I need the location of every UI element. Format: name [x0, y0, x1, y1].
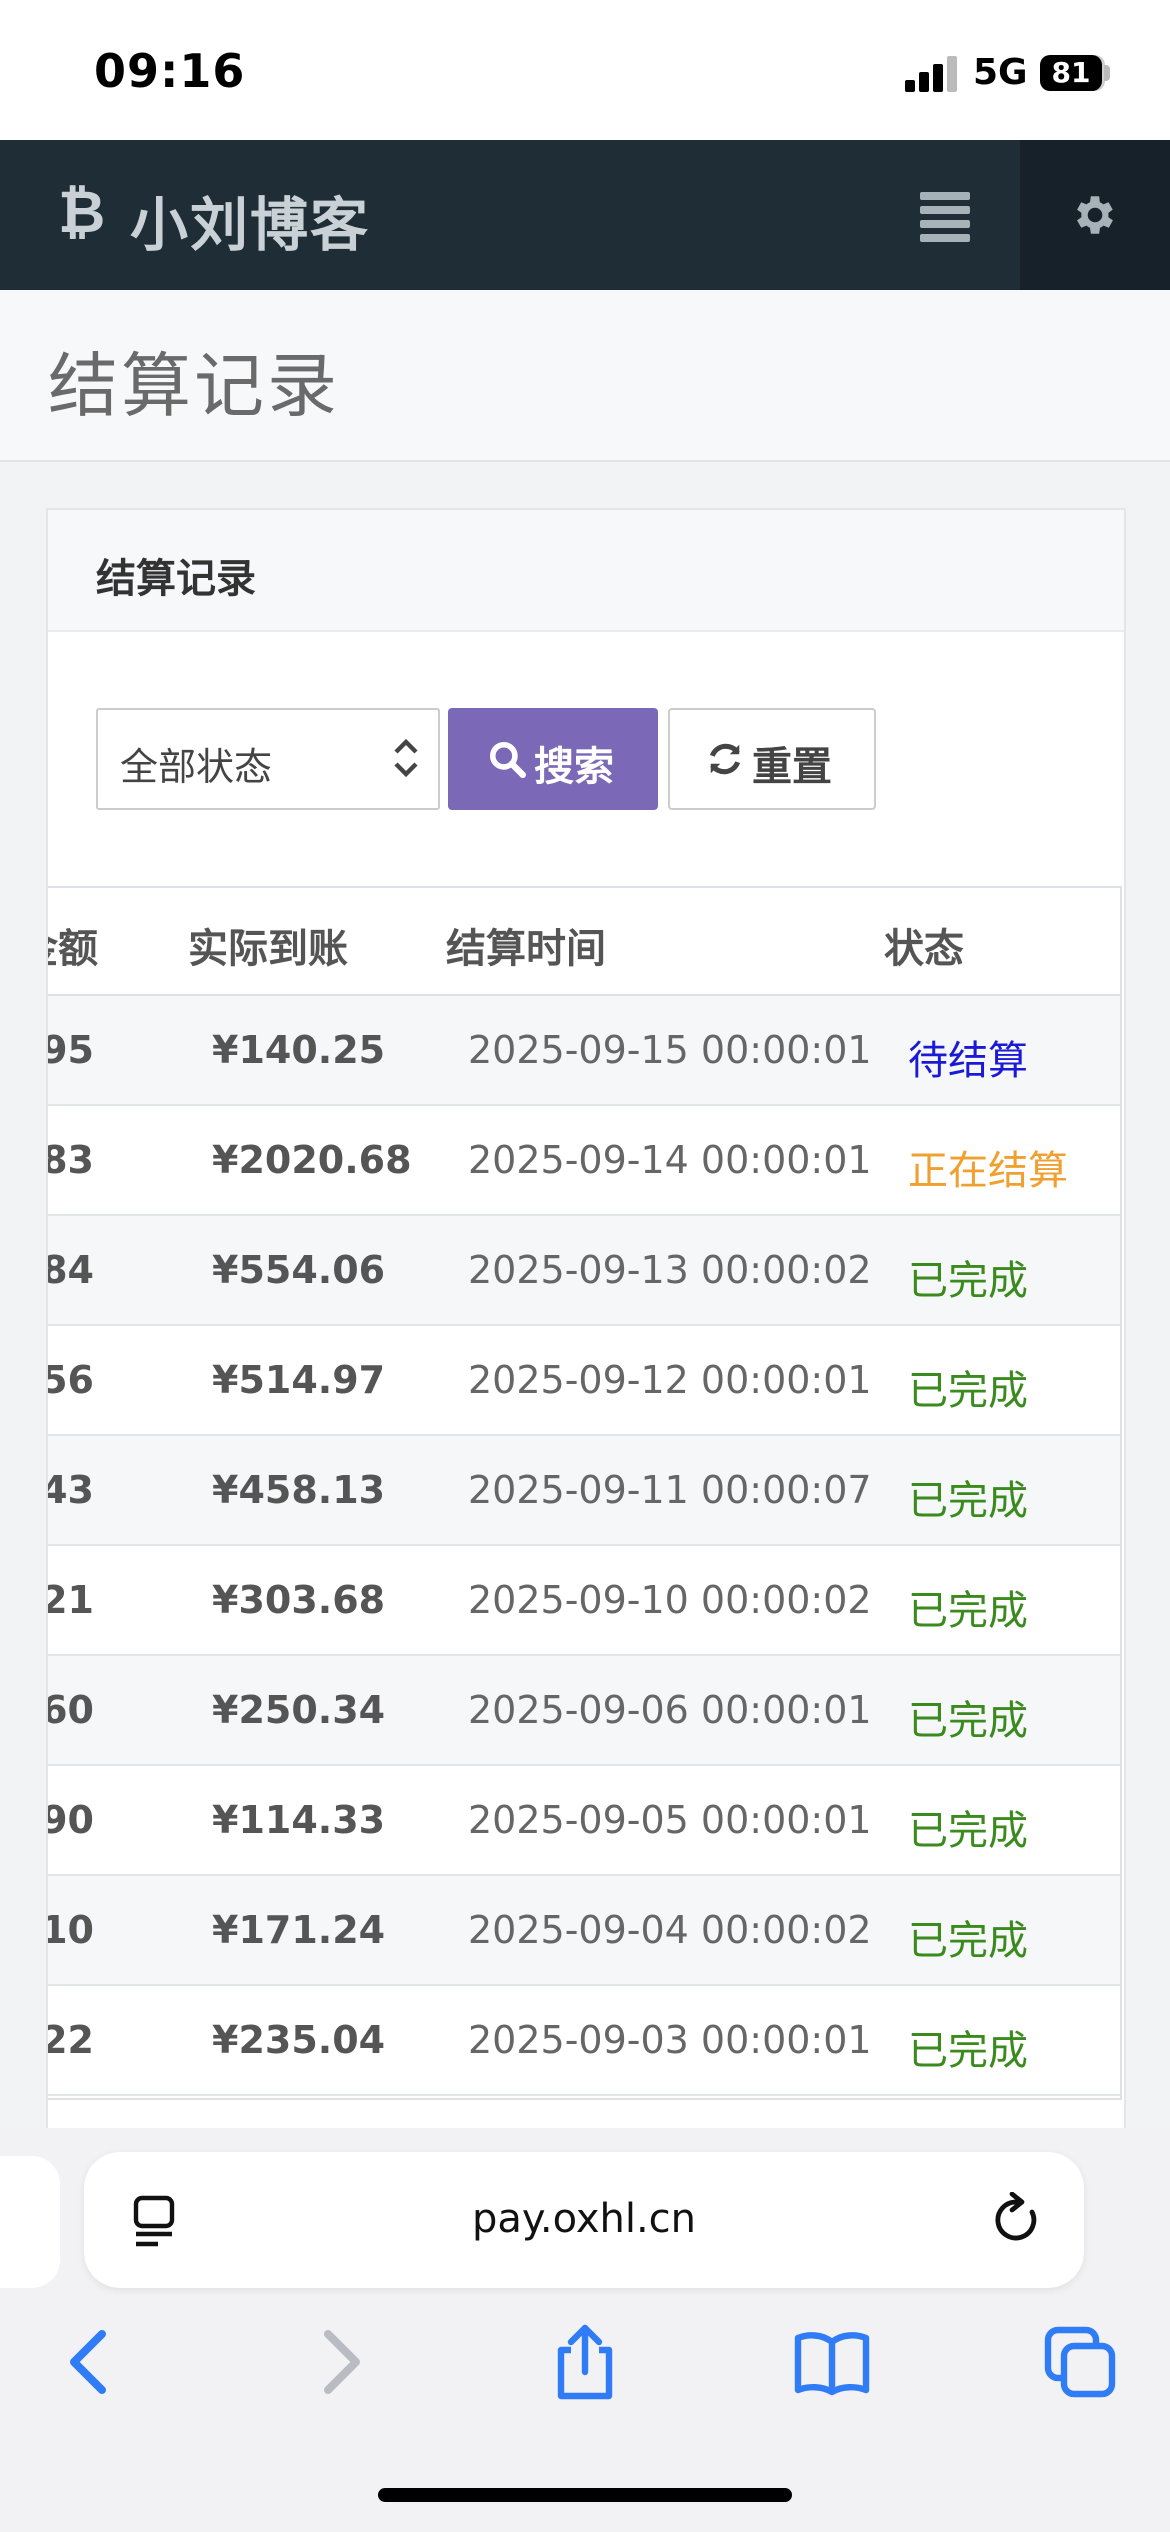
- cell-settle-time: 2025-09-04 00:00:02: [468, 1908, 872, 1952]
- cellular-signal-icon: [905, 56, 959, 92]
- network-type: 5G: [973, 52, 1028, 93]
- menu-button[interactable]: [910, 180, 980, 250]
- back-icon[interactable]: [50, 2322, 130, 2402]
- settlement-table[interactable]: 金额 实际到账 结算时间 状态 ¥143.95 ¥140.25 2025-09-15…: [48, 886, 1122, 2100]
- table-row: ¥117.90 ¥114.33 2025-09-05 00:00:01 已完成: [48, 1766, 1120, 1876]
- card-header: 结算记录: [48, 510, 1124, 632]
- cell-actual-amount: ¥250.34: [212, 1688, 386, 1732]
- home-indicator: [378, 2488, 792, 2502]
- cell-settle-time: 2025-09-03 00:00:01: [468, 2018, 872, 2062]
- column-header-actual: 实际到账: [188, 926, 348, 972]
- cell-settle-time: 2025-09-14 00:00:01: [468, 1138, 872, 1182]
- table-row: ¥568.84 ¥554.06 2025-09-13 00:00:02 已完成: [48, 1216, 1120, 1326]
- cell-actual-amount: ¥514.97: [212, 1358, 386, 1402]
- address-bar[interactable]: pay.oxhl.cn: [84, 2152, 1084, 2288]
- cell-amount: ¥117.90: [48, 1798, 94, 1842]
- table-row: ¥528.56 ¥514.97 2025-09-12 00:00:01 已完成: [48, 1326, 1120, 1436]
- settings-button[interactable]: [1020, 140, 1170, 290]
- page-header: 结算记录: [0, 290, 1170, 462]
- cell-amount: ¥176.10: [48, 1908, 94, 1952]
- cell-status: 已完成: [908, 1698, 1028, 1744]
- tabs-icon[interactable]: [1040, 2322, 1120, 2402]
- cell-settle-time: 2025-09-13 00:00:02: [468, 1248, 872, 1292]
- table-row: ¥2072.83 ¥2020.68 2025-09-14 00:00:01 正在结算: [48, 1106, 1120, 1216]
- cell-amount: ¥2072.83: [48, 1138, 94, 1182]
- cell-status: 已完成: [908, 1368, 1028, 1414]
- cell-status: 已完成: [908, 1808, 1028, 1854]
- table-row: ¥470.43 ¥458.13 2025-09-11 00:00:07 已完成: [48, 1436, 1120, 1546]
- cell-settle-time: 2025-09-12 00:00:01: [468, 1358, 872, 1402]
- status-bar: 09:16 5G 81: [0, 0, 1170, 140]
- previous-tab-peek[interactable]: [0, 2156, 60, 2288]
- cell-actual-amount: ¥140.25: [212, 1028, 386, 1072]
- cell-settle-time: 2025-09-10 00:00:02: [468, 1578, 872, 1622]
- cell-actual-amount: ¥114.33: [212, 1798, 386, 1842]
- search-icon: [489, 741, 526, 778]
- cell-amount: ¥257.60: [48, 1688, 94, 1732]
- table-header: 金额 实际到账 结算时间 状态: [48, 888, 1120, 996]
- cell-amount: ¥241.22: [48, 2018, 94, 2062]
- cell-actual-amount: ¥2020.68: [212, 1138, 412, 1182]
- table-row: ¥143.95 ¥140.25 2025-09-15 00:00:01 待结算: [48, 996, 1120, 1106]
- refresh-icon: [709, 743, 741, 775]
- share-icon[interactable]: [545, 2322, 625, 2402]
- browser-toolbar: pay.oxhl.cn: [0, 2128, 1170, 2532]
- cell-amount: ¥528.56: [48, 1358, 94, 1402]
- cell-status: 已完成: [908, 1588, 1028, 1634]
- forward-icon[interactable]: [300, 2322, 380, 2402]
- updown-chevron-icon: [394, 738, 418, 778]
- cell-actual-amount: ¥554.06: [212, 1248, 386, 1292]
- table-row: ¥241.22 ¥235.04 2025-09-03 00:00:01 已完成: [48, 1986, 1120, 2096]
- url-text: pay.oxhl.cn: [471, 2196, 697, 2242]
- table-row: ¥257.60 ¥250.34 2025-09-06 00:00:01 已完成: [48, 1656, 1120, 1766]
- brand-title[interactable]: 小刘博客: [130, 178, 370, 262]
- cell-status: 已完成: [908, 2028, 1028, 2074]
- top-navbar: ₿ 小刘博客: [0, 140, 1170, 290]
- cell-amount: ¥470.43: [48, 1468, 94, 1512]
- cell-settle-time: 2025-09-06 00:00:01: [468, 1688, 872, 1732]
- status-filter-select[interactable]: 全部状态: [96, 708, 440, 810]
- search-button-label: 搜索: [534, 744, 614, 790]
- cell-actual-amount: ¥235.04: [212, 2018, 386, 2062]
- cell-status: 已完成: [908, 1478, 1028, 1524]
- reset-button-label: 重置: [752, 744, 832, 790]
- reload-icon[interactable]: [988, 2192, 1044, 2248]
- battery-icon: 81: [1040, 55, 1102, 91]
- cell-settle-time: 2025-09-05 00:00:01: [468, 1798, 872, 1842]
- cell-settle-time: 2025-09-11 00:00:07: [468, 1468, 872, 1512]
- cell-amount: ¥311.21: [48, 1578, 94, 1622]
- cell-settle-time: 2025-09-15 00:00:01: [468, 1028, 872, 1072]
- bookmarks-icon[interactable]: [792, 2322, 872, 2402]
- cell-actual-amount: ¥458.13: [212, 1468, 386, 1512]
- cell-status: 正在结算: [908, 1148, 1068, 1194]
- battery-cap: [1104, 65, 1110, 81]
- table-row: ¥311.21 ¥303.68 2025-09-10 00:00:02 已完成: [48, 1546, 1120, 1656]
- cell-amount: ¥568.84: [48, 1248, 94, 1292]
- status-filter-value: 全部状态: [120, 745, 273, 789]
- status-time: 09:16: [94, 44, 246, 98]
- column-header-status: 状态: [884, 926, 964, 972]
- cell-status: 已完成: [908, 1918, 1028, 1964]
- cell-status: 已完成: [908, 1258, 1028, 1304]
- cell-actual-amount: ¥303.68: [212, 1578, 386, 1622]
- card-title: 结算记录: [96, 556, 256, 602]
- cell-actual-amount: ¥171.24: [212, 1908, 386, 1952]
- table-row: ¥176.10 ¥171.24 2025-09-04 00:00:02 已完成: [48, 1876, 1120, 1986]
- bitcoin-icon: ₿: [58, 178, 106, 246]
- reset-button[interactable]: 重置: [668, 708, 876, 810]
- column-header-amount: 金额: [48, 926, 98, 972]
- column-header-time: 结算时间: [446, 926, 606, 972]
- gear-icon: [1077, 196, 1113, 234]
- page-title: 结算记录: [48, 345, 340, 427]
- settlement-card: 结算记录 全部状态 搜索 重置 金额 实际到账 结算时间 状态 ¥143: [46, 508, 1126, 2132]
- cell-status: 待结算: [908, 1038, 1028, 1084]
- search-button[interactable]: 搜索: [448, 708, 658, 810]
- cell-amount: ¥143.95: [48, 1028, 94, 1072]
